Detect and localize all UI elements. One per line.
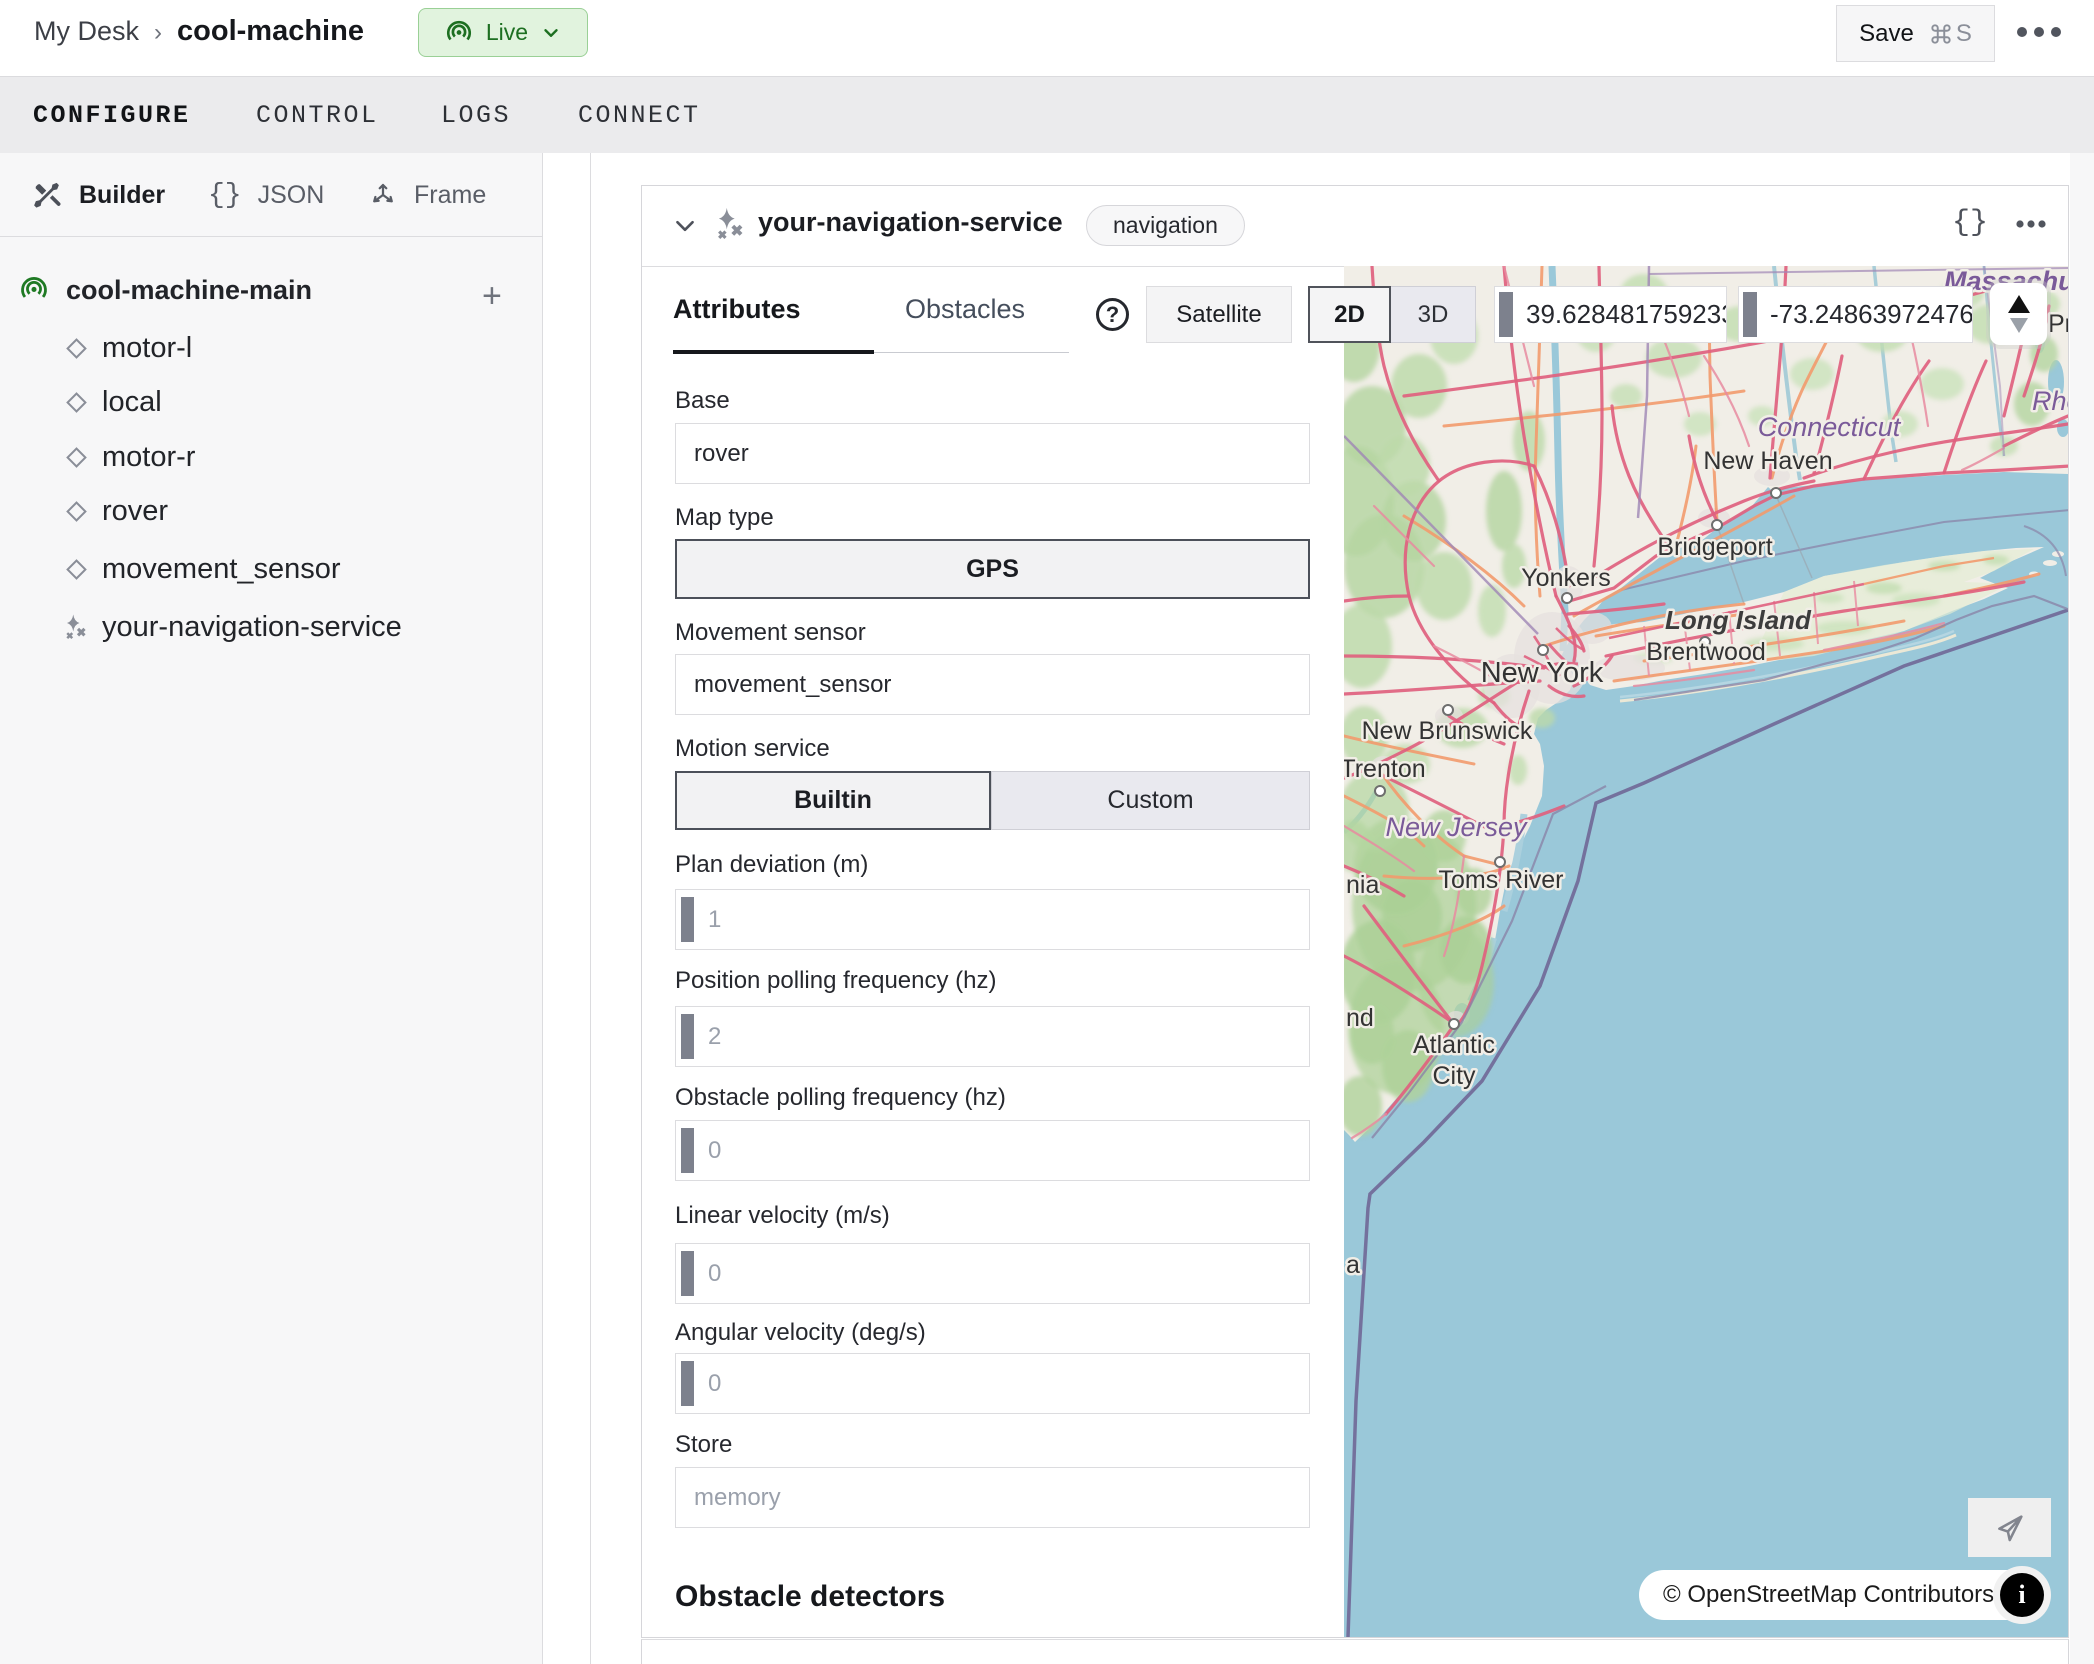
svg-text:a: a	[1346, 1251, 1360, 1279]
svg-text:Yonkers: Yonkers	[1521, 564, 1610, 592]
svg-text:Toms River: Toms River	[1438, 866, 1563, 894]
svg-text:Brentwood: Brentwood	[1646, 638, 1766, 666]
svg-text:Trenton: Trenton	[1344, 755, 1426, 783]
svg-text:New Jersey: New Jersey	[1385, 812, 1528, 842]
svg-text:nia: nia	[1346, 871, 1379, 899]
svg-text:nd: nd	[1346, 1004, 1374, 1032]
svg-text:New Haven: New Haven	[1703, 447, 1832, 475]
svg-text:Long Island: Long Island	[1665, 605, 1812, 635]
svg-text:City: City	[1432, 1062, 1476, 1090]
svg-text:Connecticut: Connecticut	[1758, 412, 1902, 442]
svg-text:Rhod: Rhod	[2032, 386, 2068, 416]
svg-text:Bridgeport: Bridgeport	[1657, 533, 1772, 561]
svg-text:Prov: Prov	[2048, 310, 2068, 338]
svg-text:Atlantic: Atlantic	[1413, 1031, 1495, 1059]
svg-text:New York: New York	[1481, 657, 1604, 689]
svg-text:New Brunswick: New Brunswick	[1362, 717, 1533, 745]
